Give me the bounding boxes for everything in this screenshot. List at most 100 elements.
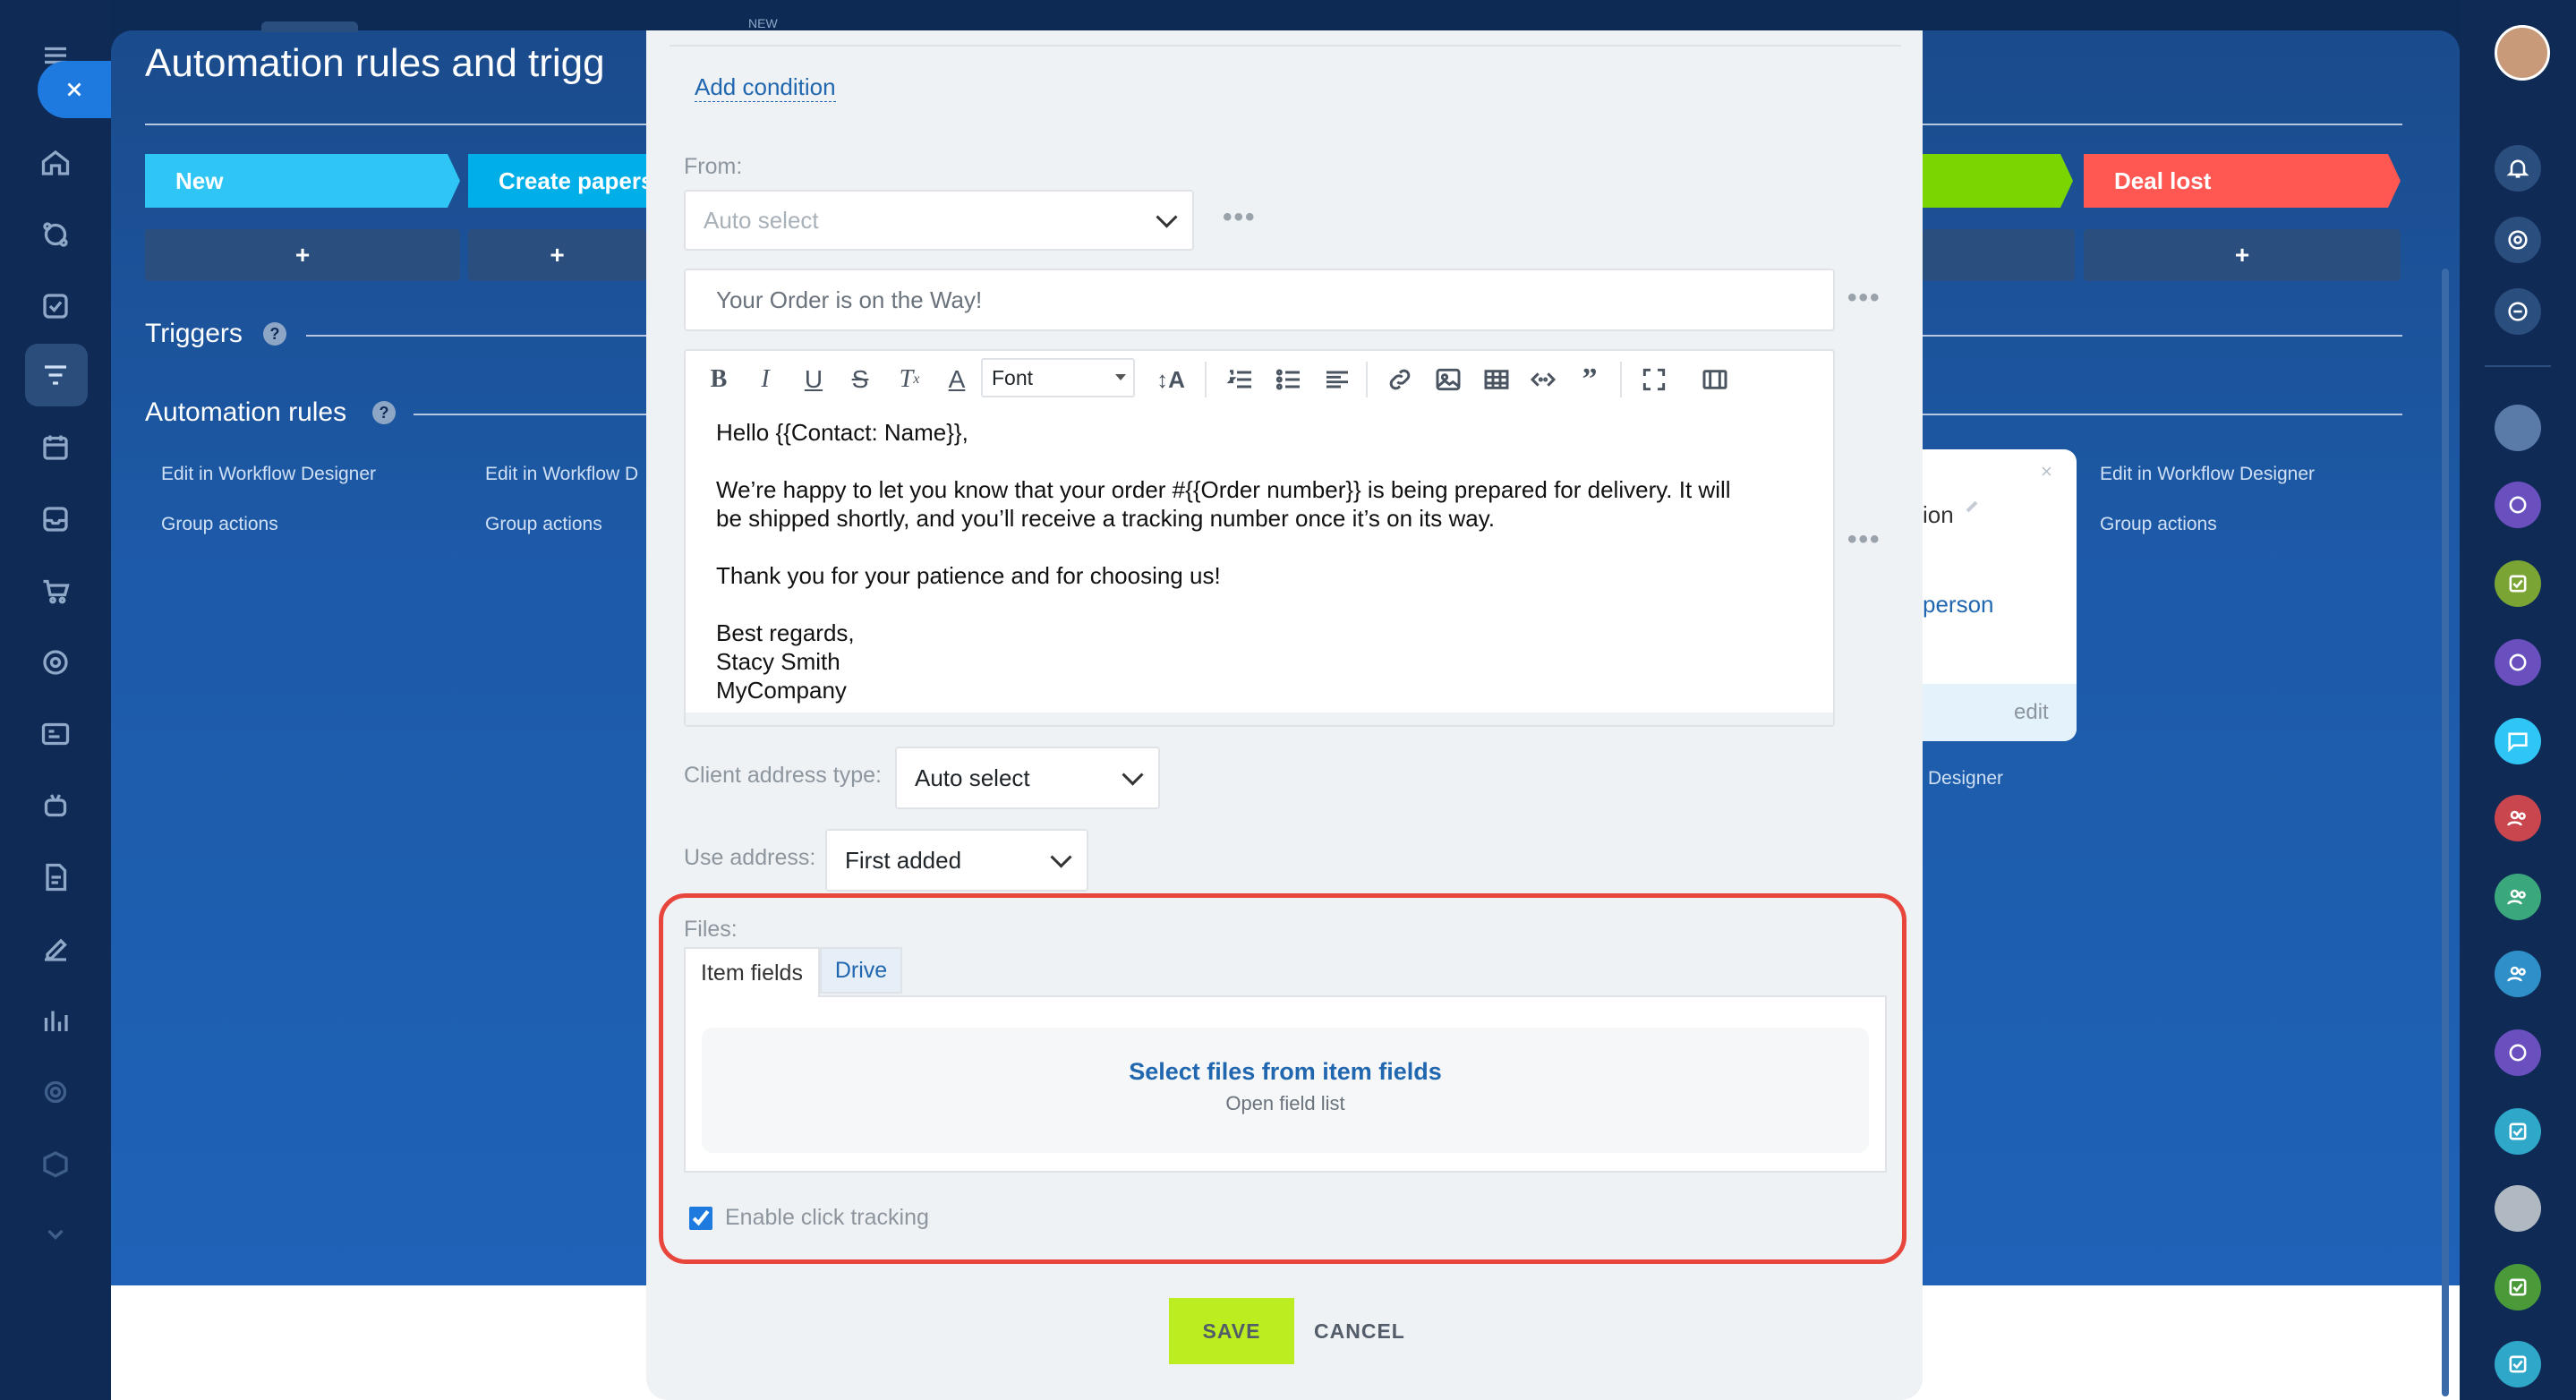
close-slider-button[interactable] bbox=[38, 61, 111, 118]
html-mode-icon[interactable] bbox=[1695, 362, 1735, 397]
edit-in-designer-link[interactable]: Edit in Workflow Designer bbox=[2100, 464, 2315, 485]
stage-create-papers[interactable]: Create papers bbox=[468, 154, 646, 208]
tasks-icon[interactable] bbox=[2495, 1108, 2541, 1155]
tasks-icon[interactable] bbox=[2495, 1341, 2541, 1387]
bell-icon[interactable] bbox=[2495, 145, 2541, 192]
add-rule-button[interactable]: + bbox=[468, 229, 646, 281]
designer-link[interactable]: Designer bbox=[1928, 768, 2003, 790]
edit-in-designer-link[interactable]: Edit in Workflow Designer bbox=[161, 464, 376, 485]
italic-icon[interactable]: I bbox=[750, 362, 780, 397]
table-icon[interactable] bbox=[1479, 362, 1514, 397]
font-size-icon[interactable]: ↕A bbox=[1151, 362, 1190, 397]
tasks-icon[interactable] bbox=[36, 286, 75, 326]
from-select[interactable]: Auto select bbox=[684, 190, 1194, 251]
group-actions-link[interactable]: Group actions bbox=[485, 514, 602, 535]
add-rule-button[interactable] bbox=[1923, 229, 2075, 281]
cancel-button[interactable]: CANCEL bbox=[1309, 1298, 1407, 1364]
crm-icon[interactable] bbox=[36, 215, 75, 254]
use-address-select[interactable]: First added bbox=[825, 829, 1088, 892]
automation-icon[interactable] bbox=[36, 355, 75, 395]
more-icon[interactable]: ••• bbox=[1847, 525, 1881, 555]
stage-won[interactable] bbox=[1923, 154, 2073, 208]
contact-center-icon[interactable] bbox=[36, 714, 75, 754]
bold-icon[interactable]: B bbox=[704, 362, 734, 397]
help-icon[interactable]: ? bbox=[263, 322, 286, 346]
more-icon[interactable]: ••• bbox=[1223, 202, 1257, 233]
calendar-icon[interactable] bbox=[36, 428, 75, 467]
tasks-icon[interactable] bbox=[2495, 560, 2541, 607]
openline-icon[interactable] bbox=[2495, 1029, 2541, 1076]
add-rule-button[interactable]: + bbox=[2084, 229, 2401, 281]
tab-drive[interactable]: Drive bbox=[820, 947, 902, 994]
numbered-list-icon[interactable] bbox=[1223, 362, 1258, 397]
chat-icon[interactable] bbox=[2495, 718, 2541, 764]
code-icon[interactable] bbox=[1525, 362, 1561, 397]
group-icon[interactable] bbox=[2495, 795, 2541, 841]
align-icon[interactable] bbox=[1319, 362, 1355, 397]
email-editor[interactable] bbox=[684, 349, 1835, 727]
group-actions-link[interactable]: Group actions bbox=[2100, 514, 2217, 535]
scrollbar[interactable] bbox=[2442, 269, 2449, 1396]
user-avatar[interactable] bbox=[2495, 25, 2550, 81]
analytics-icon[interactable] bbox=[36, 1001, 75, 1040]
fullscreen-icon[interactable] bbox=[1636, 362, 1672, 397]
clear-format-icon[interactable]: Tx bbox=[891, 362, 927, 397]
stage-deal-lost[interactable]: Deal lost bbox=[2084, 154, 2401, 208]
stage-new[interactable]: New bbox=[145, 154, 460, 208]
email-signature: MyCompany bbox=[716, 677, 847, 704]
from-select-value: Auto select bbox=[704, 206, 819, 234]
group-actions-link[interactable]: Group actions bbox=[161, 514, 278, 535]
sign-icon[interactable] bbox=[36, 929, 75, 969]
target-icon[interactable] bbox=[36, 643, 75, 682]
group-icon[interactable] bbox=[2495, 874, 2541, 920]
email-paragraph: be shipped shortly, and you’ll receive a… bbox=[716, 505, 1496, 532]
select-files-link[interactable]: Select files from item fields bbox=[702, 1058, 1869, 1086]
save-button[interactable]: SAVE bbox=[1169, 1298, 1294, 1364]
rule-edit-link[interactable]: edit bbox=[2014, 700, 2049, 725]
strikethrough-icon[interactable]: S bbox=[845, 362, 875, 397]
home-icon[interactable] bbox=[36, 143, 75, 183]
use-address-value: First added bbox=[845, 846, 962, 874]
select-files-dropzone[interactable]: Select files from item fields Open field… bbox=[702, 1028, 1869, 1153]
shop-icon[interactable] bbox=[36, 571, 75, 610]
pencil-icon[interactable] bbox=[1966, 500, 1978, 513]
underline-icon[interactable]: U bbox=[798, 362, 829, 397]
client-address-type-value: Auto select bbox=[915, 764, 1030, 791]
openline-icon[interactable] bbox=[2495, 639, 2541, 686]
group-icon[interactable] bbox=[2495, 951, 2541, 997]
target-icon[interactable] bbox=[2495, 217, 2541, 263]
client-address-type-select[interactable]: Auto select bbox=[895, 747, 1160, 809]
contact-avatar[interactable] bbox=[2495, 1185, 2541, 1232]
font-select-value: Font bbox=[992, 365, 1034, 389]
documents-icon[interactable] bbox=[36, 858, 75, 897]
box-icon[interactable] bbox=[36, 1144, 75, 1183]
email-paragraph: We’re happy to let you know that your or… bbox=[716, 476, 1731, 503]
more-icon[interactable]: ••• bbox=[1847, 283, 1881, 313]
tasks-icon[interactable] bbox=[2495, 1264, 2541, 1310]
text-color-icon[interactable]: A bbox=[942, 362, 972, 397]
openline-icon[interactable] bbox=[2495, 482, 2541, 528]
settings-icon[interactable] bbox=[36, 1072, 75, 1112]
click-tracking-label[interactable]: Enable click tracking bbox=[725, 1205, 929, 1231]
quote-icon[interactable]: ” bbox=[1574, 362, 1606, 397]
help-icon[interactable]: ? bbox=[372, 401, 396, 424]
chevron-down-icon[interactable] bbox=[36, 1214, 75, 1253]
add-condition-link[interactable]: Add condition bbox=[695, 73, 836, 102]
rule-card[interactable]: × ion person edit bbox=[1923, 449, 2077, 741]
contact-avatar[interactable] bbox=[2495, 405, 2541, 451]
inbox-icon[interactable] bbox=[36, 499, 75, 539]
bullet-list-icon[interactable] bbox=[1271, 362, 1307, 397]
editor-resize-bar[interactable] bbox=[686, 713, 1833, 725]
close-icon[interactable]: × bbox=[2041, 460, 2052, 483]
robot-icon[interactable] bbox=[36, 786, 75, 825]
add-rule-button[interactable]: + bbox=[145, 229, 460, 281]
tab-item-fields[interactable]: Item fields bbox=[684, 947, 820, 997]
edit-in-designer-link[interactable]: Edit in Workflow D bbox=[485, 464, 638, 485]
link-icon[interactable] bbox=[1382, 362, 1418, 397]
responsible-person-link[interactable]: person bbox=[1923, 591, 1994, 619]
image-icon[interactable] bbox=[1430, 362, 1466, 397]
subject-input[interactable]: Your Order is on the Way! bbox=[684, 269, 1835, 331]
click-tracking-checkbox[interactable] bbox=[689, 1207, 712, 1230]
font-select[interactable]: Font bbox=[981, 358, 1135, 397]
chat-search-icon[interactable] bbox=[2495, 288, 2541, 335]
